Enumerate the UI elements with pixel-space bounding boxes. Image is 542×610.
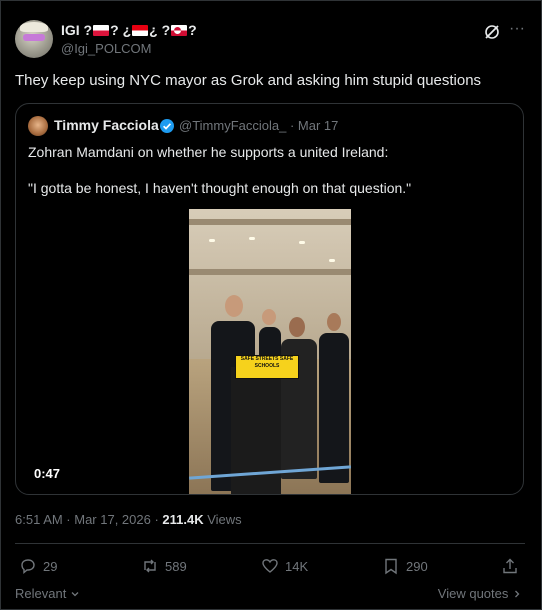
bookmark-icon [385, 558, 397, 575]
quoted-text-line1: Zohran Mamdani on whether he supports a … [28, 144, 389, 160]
tweet-text: They keep using NYC mayor as Grok and as… [15, 72, 482, 89]
author-avatar[interactable] [15, 20, 53, 58]
chevron-down-icon [71, 592, 79, 597]
video-player[interactable]: SAFE STREETS SAFE SCHOOLS [189, 209, 351, 494]
post-meta: 6:51 AM · Mar 17, 2026 · 211.4K Views [15, 512, 242, 527]
quoted-handle-date: @TimmyFacciola_ · Mar 17 [179, 118, 339, 133]
post-header: IGI ?? ¿ ¿ ?? @Igi_POLCOM ··· [15, 20, 527, 60]
reply-button[interactable]: 29 [19, 554, 57, 578]
sort-relevant-dropdown[interactable]: Relevant [15, 586, 80, 601]
quoted-author-avatar[interactable] [28, 116, 48, 136]
more-icon[interactable]: ··· [507, 21, 527, 42]
bookmark-button[interactable]: 290 [382, 554, 428, 578]
author-handle[interactable]: @Igi_POLCOM [61, 41, 152, 56]
timestamp[interactable]: 6:51 AM · Mar 17, 2026 · [15, 512, 162, 527]
poland-flag-icon [93, 25, 110, 36]
quoted-text-line2: "I gotta be honest, I haven't thought en… [28, 180, 412, 196]
like-icon [262, 559, 278, 573]
divider [15, 543, 525, 544]
greenland-flag-icon [171, 25, 188, 36]
share-button[interactable] [501, 554, 525, 578]
indonesia-flag-icon [132, 25, 149, 36]
reply-count: 29 [43, 558, 58, 574]
share-icon [503, 558, 517, 574]
like-button[interactable]: 14K [261, 554, 308, 578]
view-quotes-link[interactable]: View quotes [438, 586, 522, 601]
like-count: 14K [285, 558, 309, 574]
sign-text: SAFE STREETS SAFE SCHOOLS [235, 355, 299, 379]
views-label: Views [203, 512, 242, 527]
reply-icon [21, 559, 35, 574]
verified-icon [160, 119, 174, 133]
bookmark-count: 290 [406, 558, 428, 574]
author-name[interactable]: IGI ?? ¿ ¿ ?? [61, 22, 197, 38]
repost-count: 589 [165, 558, 187, 574]
action-bar: 29 589 14K 290 [15, 554, 525, 578]
views-count: 211.4K [162, 512, 204, 527]
video-duration: 0:47 [34, 466, 61, 481]
repost-icon [144, 559, 156, 573]
repost-button[interactable]: 589 [141, 554, 187, 578]
quoted-tweet[interactable]: Timmy Facciola @TimmyFacciola_ · Mar 17 … [15, 103, 524, 495]
quoted-author-name[interactable]: Timmy Facciola [54, 117, 159, 133]
chevron-right-icon [515, 590, 520, 598]
grok-icon[interactable] [482, 22, 502, 42]
